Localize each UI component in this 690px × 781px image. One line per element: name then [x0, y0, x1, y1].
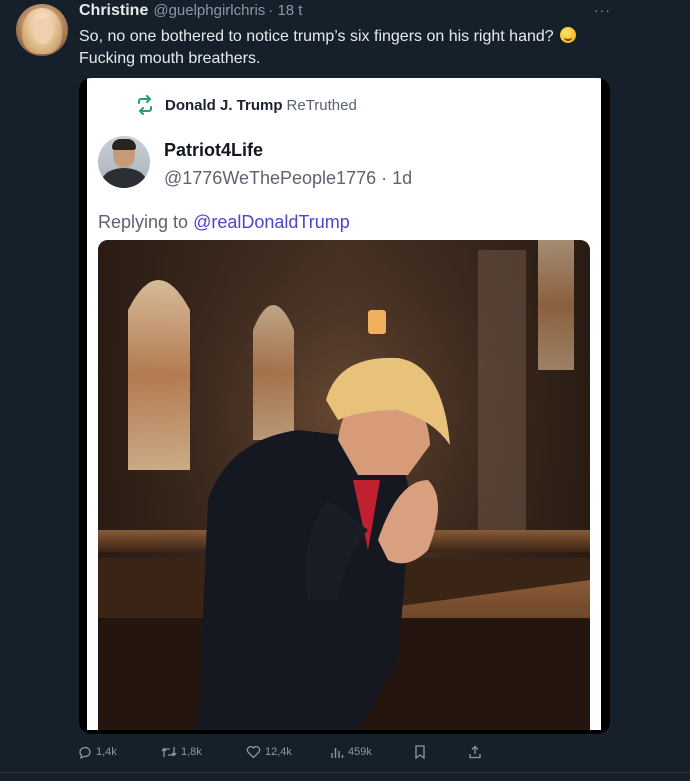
embedded-image-frame[interactable]: Donald J. Trump ReTruthed Patriot4Life @…: [79, 78, 610, 734]
tweet-text-line1: So, no one bothered to notice trump’s si…: [79, 28, 554, 45]
author-handle[interactable]: @guelphgirlchris: [153, 2, 265, 19]
poster-name: Patriot4Life: [164, 140, 264, 160]
bookmark-icon: [415, 745, 425, 759]
reply-count: 1,4k: [96, 746, 117, 758]
tweet-divider: [0, 772, 690, 773]
reply-button[interactable]: 1,4k: [78, 745, 117, 759]
photo-illustration: [98, 240, 590, 730]
avatar-shirt: [102, 168, 146, 188]
tweet-text: So, no one bothered to notice trump’s si…: [79, 26, 649, 70]
poster-handle: @1776WeThePeople1776 · 1d: [164, 168, 413, 188]
tweet-header: Christine @guelphgirlchris · 18 t: [79, 2, 302, 22]
truth-social-card: Donald J. Trump ReTruthed Patriot4Life @…: [87, 78, 601, 730]
tweet-time[interactable]: · 18 t: [268, 2, 302, 19]
tweet-actions: 1,4k 1,8k 12,4k 459k: [78, 742, 498, 762]
tweet-text-line2: Fucking mouth breathers.: [79, 50, 261, 67]
views-button[interactable]: 459k: [330, 745, 372, 759]
retweet-count: 1,8k: [181, 746, 202, 758]
retweet-button[interactable]: 1,8k: [161, 745, 202, 759]
avatar-hair: [112, 139, 136, 150]
views-icon: [331, 748, 344, 758]
share-icon: [469, 745, 481, 759]
retweet-icon: [161, 747, 177, 757]
avatar-face: [33, 18, 53, 44]
reply-icon: [79, 746, 91, 759]
retruth-label: ReTruthed: [286, 96, 357, 114]
bookmark-button[interactable]: [414, 745, 430, 759]
reply-prefix: Replying to: [98, 212, 194, 232]
views-count: 459k: [348, 746, 372, 758]
retruth-row: Donald J. Trump ReTruthed: [135, 94, 357, 116]
author-avatar[interactable]: [16, 4, 68, 56]
heart-icon: [246, 745, 261, 759]
replying-to: Replying to @realDonaldTrump: [98, 212, 350, 233]
more-options-icon[interactable]: ···: [594, 2, 611, 18]
author-name[interactable]: Christine: [79, 2, 148, 20]
reply-mention: @realDonaldTrump: [193, 212, 350, 232]
retruth-icon: [138, 95, 152, 115]
like-button[interactable]: 12,4k: [246, 745, 292, 759]
church-prayer-photo: [98, 240, 590, 730]
retruth-name: Donald J. Trump: [165, 96, 283, 114]
share-button[interactable]: [468, 745, 486, 759]
like-count: 12,4k: [265, 746, 292, 758]
rolling-laughing-emoji-icon: [560, 27, 577, 43]
poster-avatar: [98, 136, 150, 188]
